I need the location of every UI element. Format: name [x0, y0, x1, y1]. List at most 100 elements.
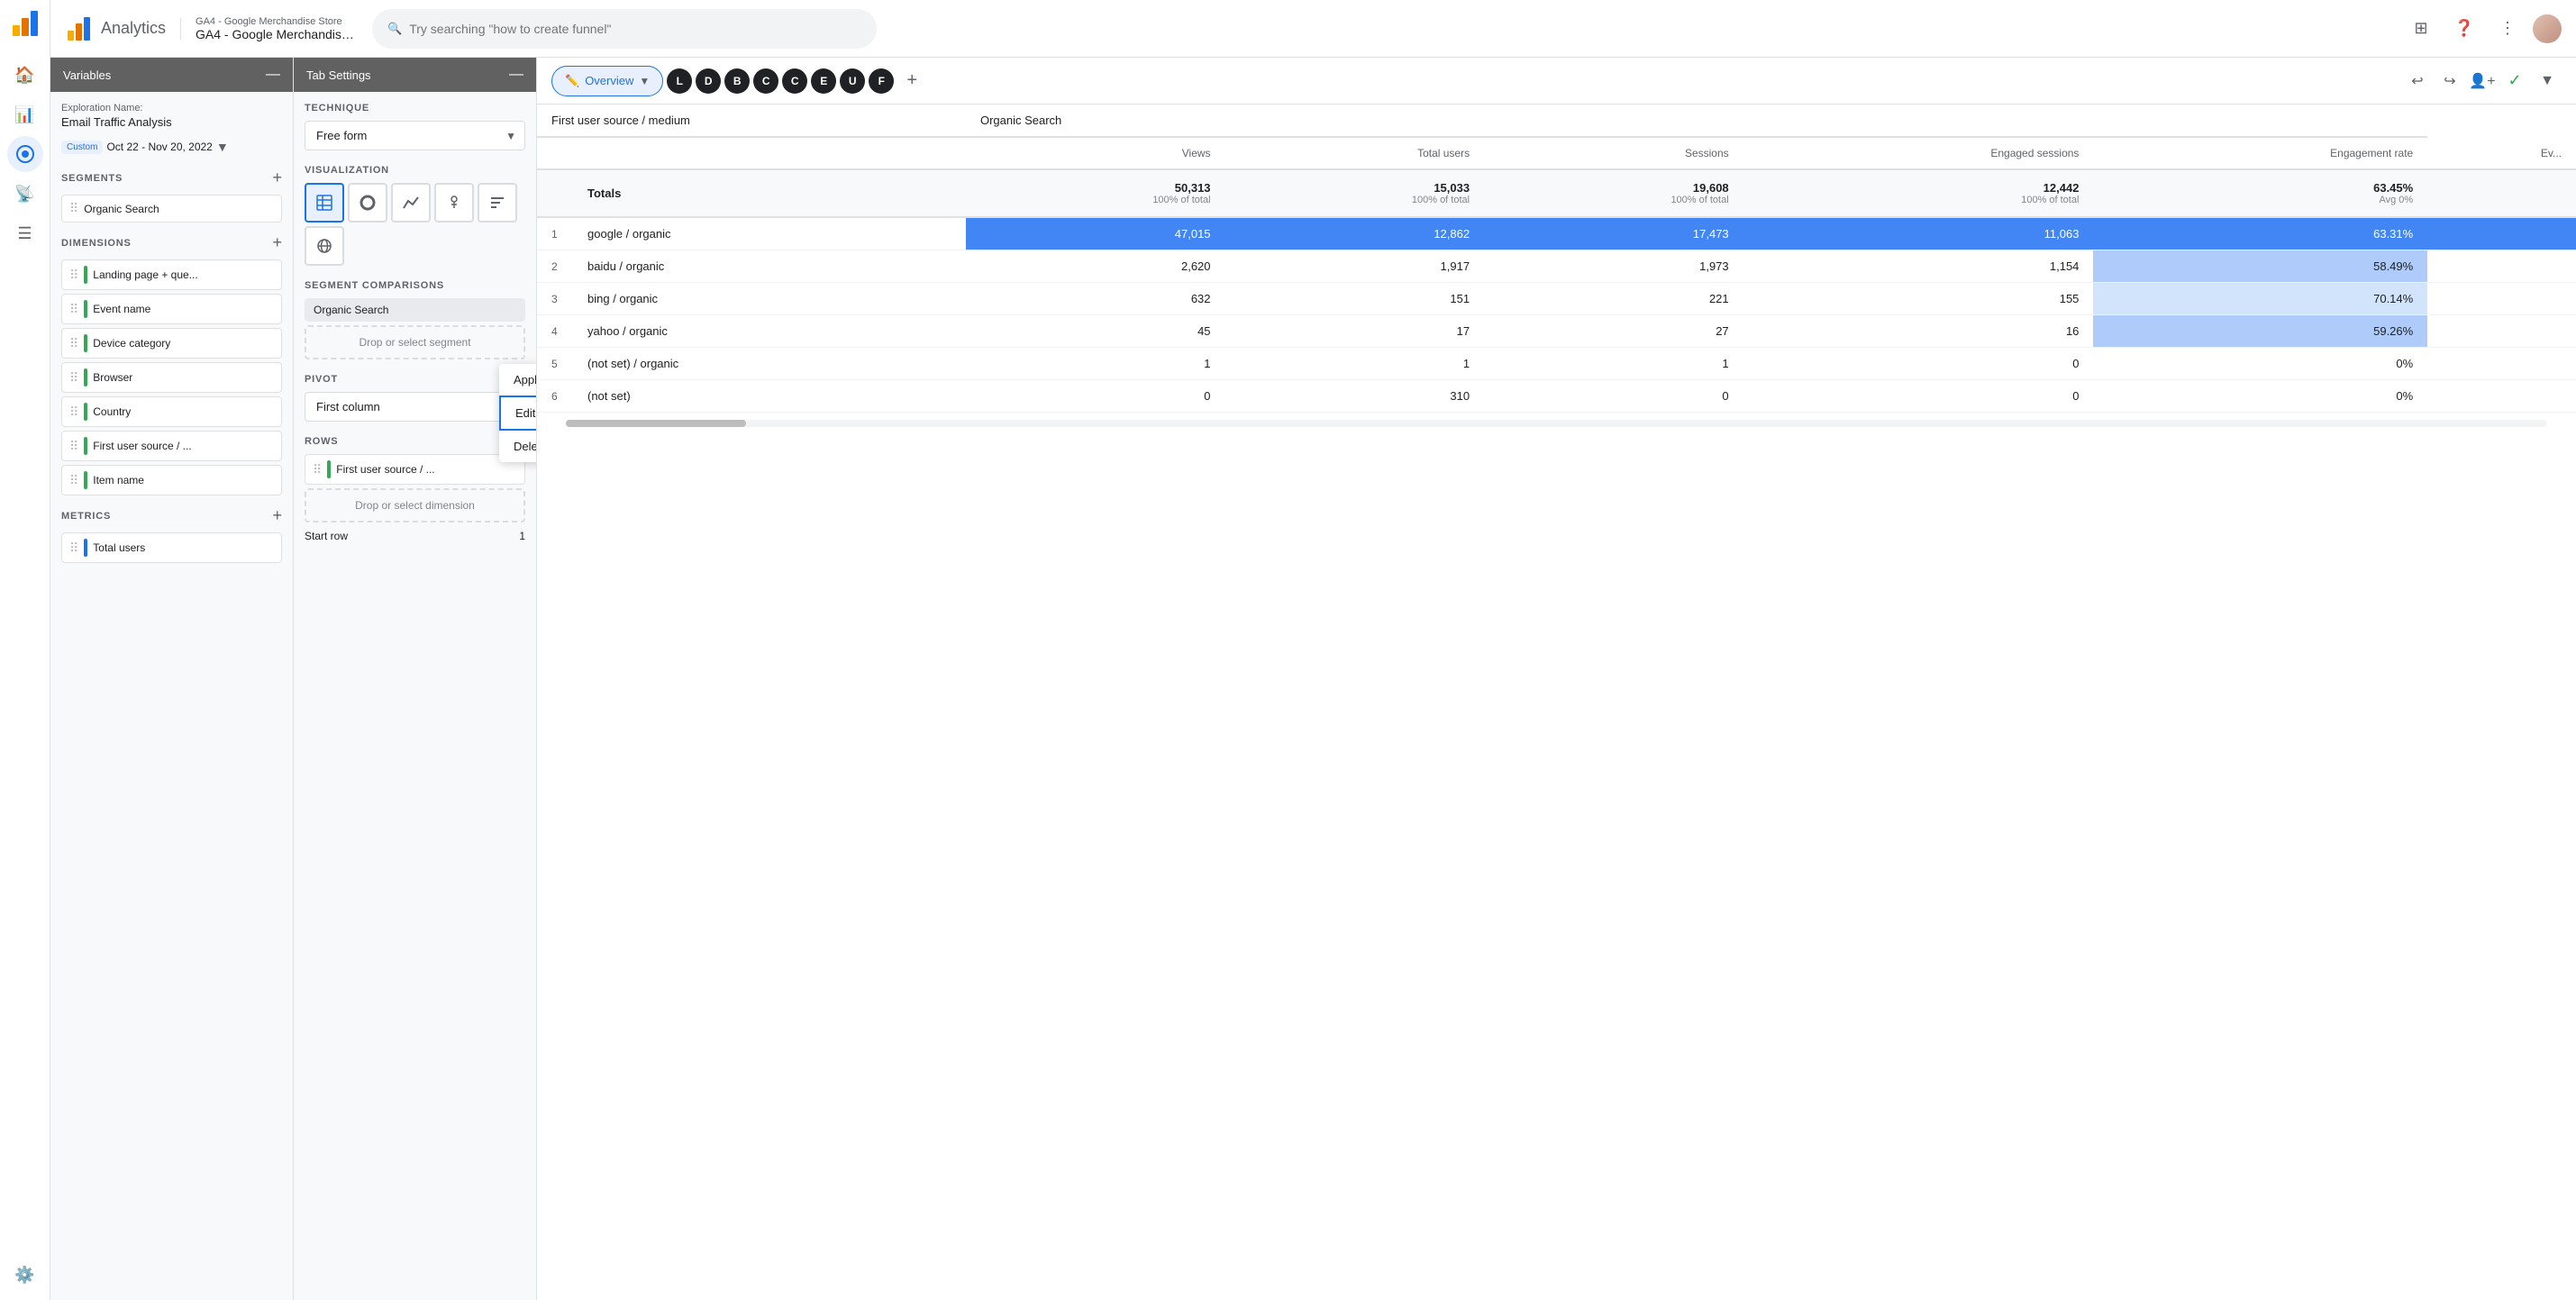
more-options-btn[interactable]: ⋮ — [2490, 11, 2526, 47]
drag-handle-icon: ⠿ — [69, 439, 78, 454]
row-views: 1 — [966, 348, 1225, 380]
tab-E[interactable]: E — [811, 68, 836, 94]
rows-drop-zone[interactable]: Drop or select dimension — [305, 488, 525, 523]
context-menu-delete[interactable]: Delete — [499, 431, 537, 462]
nav-explore-icon[interactable] — [7, 136, 43, 172]
h-scrollbar-thumb[interactable] — [566, 420, 746, 427]
nav-advertising-icon[interactable]: 📡 — [7, 176, 43, 212]
add-segment-btn[interactable]: + — [272, 168, 282, 187]
viz-table-btn[interactable] — [305, 183, 344, 223]
tab-settings-minimize-btn[interactable]: — — [509, 67, 523, 83]
h-scrollbar-track[interactable] — [566, 420, 2547, 427]
dimension-event-name[interactable]: ⠿ Event name — [61, 294, 282, 324]
data-table-container[interactable]: First user source / medium Organic Searc… — [537, 105, 2576, 1300]
date-range-dropdown-btn[interactable]: ▼ — [216, 140, 229, 154]
left-nav: 🏠 📊 📡 ☰ ⚙️ — [0, 0, 50, 1300]
tab-C1[interactable]: C — [753, 68, 778, 94]
dimension-item-name[interactable]: ⠿ Item name — [61, 465, 282, 495]
row-engaged-sessions: 0 — [1743, 348, 2094, 380]
col-total-users[interactable]: Total users — [1225, 137, 1485, 169]
table-row[interactable]: 2 baidu / organic 2,620 1,917 1,973 1,15… — [537, 250, 2576, 283]
row-dimension: yahoo / organic — [573, 315, 966, 348]
nav-configure-icon[interactable]: ☰ — [7, 215, 43, 251]
technique-select[interactable]: Free form Cohort exploration Funnel expl… — [305, 121, 525, 150]
table-row[interactable]: 3 bing / organic 632 151 221 155 70.14% — [537, 283, 2576, 315]
row-engagement-rate: 59.26% — [2093, 315, 2427, 348]
segment-organic-search[interactable]: ⠿ Organic Search — [61, 195, 282, 223]
redo-btn[interactable]: ↪ — [2435, 67, 2464, 95]
row-views: 0 — [966, 380, 1225, 413]
viz-scatter-btn[interactable] — [434, 183, 474, 223]
add-dimension-btn[interactable]: + — [272, 233, 282, 252]
tab-actions: ↩ ↪ 👤+ ✓ ▼ — [2403, 67, 2562, 95]
dimension-indicator — [84, 334, 87, 352]
context-menu-edit[interactable]: Edit — [499, 395, 537, 431]
metric-total-users[interactable]: ⠿ Total users — [61, 532, 282, 563]
row-dimension: google / organic — [573, 217, 966, 250]
help-icon-btn[interactable]: ❓ — [2446, 11, 2482, 47]
row-dimension: (not set) / organic — [573, 348, 966, 380]
viz-line-btn[interactable] — [391, 183, 431, 223]
totals-engaged-sessions: 12,442 100% of total — [1743, 169, 2094, 217]
nav-reports-icon[interactable]: 📊 — [7, 96, 43, 132]
dimension-first-user-source[interactable]: ⠿ First user source / ... — [61, 431, 282, 461]
user-avatar[interactable] — [2533, 14, 2562, 43]
search-bar[interactable]: 🔍 — [372, 9, 877, 49]
share-btn[interactable]: 👤+ — [2468, 67, 2497, 95]
start-row-row: Start row 1 — [305, 530, 525, 542]
tab-U[interactable]: U — [840, 68, 865, 94]
row-engaged-sessions: 1,154 — [1743, 250, 2094, 283]
dimension-browser[interactable]: ⠿ Browser — [61, 362, 282, 393]
tab-C2[interactable]: C — [782, 68, 807, 94]
grid-icon-btn[interactable]: ⊞ — [2403, 11, 2439, 47]
dimension-name: Item name — [93, 474, 144, 486]
more-tab-btn[interactable]: ▼ — [2533, 67, 2562, 95]
row-rank: 2 — [537, 250, 573, 283]
viz-donut-btn[interactable] — [348, 183, 387, 223]
drag-handle-icon: ⠿ — [69, 201, 78, 216]
segment-drop-zone[interactable]: Drop or select segment — [305, 325, 525, 359]
col-sessions[interactable]: Sessions — [1484, 137, 1743, 169]
check-btn[interactable]: ✓ — [2500, 67, 2529, 95]
table-row[interactable]: 6 (not set) 0 310 0 0 0% — [537, 380, 2576, 413]
nav-settings-icon[interactable]: ⚙️ — [7, 1257, 43, 1293]
tab-F[interactable]: F — [869, 68, 894, 94]
variables-minimize-btn[interactable]: — — [266, 67, 280, 83]
pivot-select[interactable]: None First column Last column — [305, 392, 525, 422]
row-total-users: 310 — [1225, 380, 1485, 413]
table-row[interactable]: 4 yahoo / organic 45 17 27 16 59.26% — [537, 315, 2576, 348]
dimension-country[interactable]: ⠿ Country — [61, 396, 282, 427]
add-tab-btn[interactable]: + — [897, 67, 926, 95]
table-row[interactable]: 5 (not set) / organic 1 1 1 0 0% — [537, 348, 2576, 380]
row-dimension: baidu / organic — [573, 250, 966, 283]
row-views: 47,015 — [966, 217, 1225, 250]
undo-btn[interactable]: ↩ — [2403, 67, 2432, 95]
viz-bar-btn[interactable] — [478, 183, 517, 223]
table-row[interactable]: 1 google / organic 47,015 12,862 17,473 … — [537, 217, 2576, 250]
add-metric-btn[interactable]: + — [272, 506, 282, 525]
tab-bar: ✏️ Overview ▼ L D B C — [537, 58, 2576, 105]
viz-geo-btn[interactable] — [305, 226, 344, 266]
row-views: 45 — [966, 315, 1225, 348]
visualization-label: VISUALIZATION — [305, 165, 525, 176]
context-menu-apply[interactable]: Apply — [499, 364, 537, 395]
rows-first-user-source-chip[interactable]: ⠿ First user source / ... — [305, 454, 525, 485]
row-sessions: 221 — [1484, 283, 1743, 315]
totals-views: 50,313 100% of total — [966, 169, 1225, 217]
tab-B[interactable]: B — [724, 68, 750, 94]
segment-comp-chip-organic[interactable]: Organic Search — [305, 298, 525, 322]
tab-D[interactable]: D — [696, 68, 721, 94]
analytics-logo[interactable] — [9, 7, 41, 42]
tab-overview[interactable]: ✏️ Overview ▼ — [551, 66, 663, 96]
col-ev[interactable]: Ev... — [2427, 137, 2576, 169]
col-views[interactable]: Views — [966, 137, 1225, 169]
table-row-totals: Totals 50,313 100% of total 15,033 100% … — [537, 169, 2576, 217]
dimension-device-category[interactable]: ⠿ Device category — [61, 328, 282, 359]
col-engagement-rate[interactable]: Engagement rate — [2093, 137, 2427, 169]
nav-home-icon[interactable]: 🏠 — [7, 57, 43, 93]
tab-L[interactable]: L — [667, 68, 692, 94]
col-engaged-sessions[interactable]: Engaged sessions — [1743, 137, 2094, 169]
search-input[interactable] — [409, 22, 861, 36]
dimension-indicator — [84, 368, 87, 386]
dimension-landing-page[interactable]: ⠿ Landing page + que... — [61, 259, 282, 290]
